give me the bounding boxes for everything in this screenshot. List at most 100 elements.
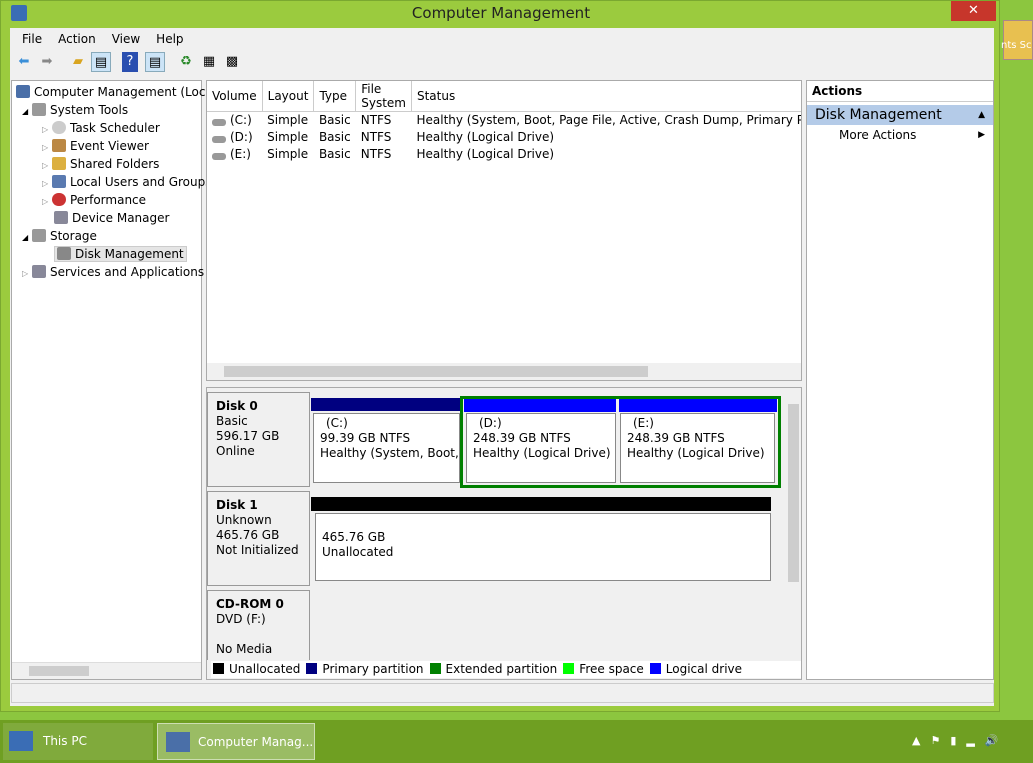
collapse-arrow-icon[interactable]: ◢ [22,107,28,116]
column-status[interactable]: Status [411,81,801,112]
tools-icon [31,103,46,116]
settings-icon[interactable]: ▩ [222,52,242,72]
taskbar-computer-management[interactable]: Computer Manag... [157,723,315,760]
up-folder-icon[interactable]: ▰ [68,52,88,72]
drive-icon [212,136,226,143]
services-icon [31,265,46,278]
tree-item-computer-management[interactable]: Computer Management (Local [12,83,216,101]
unallocated-space[interactable]: 465.76 GB Unallocated [315,513,771,581]
show-hide-tree-icon[interactable]: ▤ [91,52,111,72]
actions-section-disk-management[interactable]: Disk Management ▲ [807,105,993,125]
tree-horizontal-scrollbar[interactable] [12,662,201,679]
storage-icon [31,229,46,242]
computer-icon [16,85,30,98]
partition-c[interactable]: (C:) 99.39 GB NTFS Healthy (System, Boot, … [313,413,460,483]
performance-icon [51,193,66,206]
volume-list: Volume Layout Type File System Status (C… [206,80,802,381]
tree-item-system-tools[interactable]: ◢ System Tools [12,101,201,119]
column-file-system[interactable]: File System [355,81,412,112]
disk-view-vertical-scrollbar[interactable] [785,388,801,660]
event-viewer-icon [51,139,66,152]
menu-file[interactable]: File [14,29,50,49]
tree-item-device-manager[interactable]: Device Manager [12,209,201,227]
volume-list-horizontal-scrollbar[interactable] [207,363,801,380]
legend-logical: Logical drive [649,661,742,677]
scrollbar-thumb[interactable] [224,366,648,377]
computer-management-window: Computer Management ✕ File Action View Help… [0,0,1000,712]
expand-arrow-icon[interactable]: ▷ [42,143,48,152]
collapse-icon[interactable]: ▲ [978,110,985,120]
action-center-flag-icon[interactable]: ⚑ [930,734,950,747]
battery-power-icon[interactable]: ▮ [950,734,966,747]
disk-1-label[interactable]: Disk 1 Unknown 465.76 GB Not Initialized [207,491,310,586]
volume-row[interactable]: (E:) Simple Basic NTFS Healthy (Logical Driv… [207,146,801,163]
tree-item-task-scheduler[interactable]: ▷ Task Scheduler [12,119,201,137]
actions-pane: Actions Disk Management ▲ More Actions ▶ [806,80,994,680]
collapse-arrow-icon[interactable]: ◢ [22,233,28,242]
legend-extended: Extended partition [429,661,557,677]
logical-drive-bar-e [619,399,777,412]
close-button[interactable]: ✕ [951,1,996,21]
unallocated-bar [311,497,771,511]
volume-row[interactable]: (C:) Simple Basic NTFS Healthy (System, Boot… [207,112,801,129]
tree-item-performance[interactable]: ▷ Performance [12,191,201,209]
tree-item-shared-folders[interactable]: ▷ Shared Folders [12,155,201,173]
graphical-disk-view: Disk 0 Basic 596.17 GB Online (C:) 99.39 GB … [206,387,802,680]
drive-icon [212,119,226,127]
status-bar [11,683,994,703]
tree-item-storage[interactable]: ◢ Storage [12,227,201,245]
legend-unallocated: Unallocated [213,661,300,677]
taskbar-this-pc[interactable]: This PC [3,723,153,760]
expand-arrow-icon[interactable]: ▷ [42,161,48,170]
expand-arrow-icon[interactable]: ▷ [42,125,48,134]
computer-management-icon [166,732,190,752]
column-layout[interactable]: Layout [262,81,315,112]
expand-arrow-icon[interactable]: ▷ [22,269,28,278]
drive-icon [212,153,226,160]
actions-header: Actions [807,81,993,102]
show-hide-action-pane-icon[interactable]: ▤ [145,52,165,72]
cdrom-0-label[interactable]: CD-ROM 0 DVD (F:) No Media [207,590,310,660]
more-actions[interactable]: More Actions ▶ [807,125,993,145]
menu-view[interactable]: View [104,29,148,49]
partition-e[interactable]: (E:) 248.39 GB NTFS Healthy (Logical Drive… [620,413,775,483]
help-icon[interactable]: ? [122,52,138,72]
menu-action[interactable]: Action [50,29,104,49]
window-title: Computer Management [411,4,591,22]
refresh-icon[interactable]: ♻ [176,52,196,72]
back-icon[interactable]: ⬅ [14,52,34,72]
app-icon [11,5,27,21]
disk-0-label[interactable]: Disk 0 Basic 596.17 GB Online [207,392,310,487]
partition-d[interactable]: (D:) 248.39 GB NTFS Healthy (Logical Drive… [466,413,616,483]
logical-drive-bar-d [464,399,616,412]
legend: Unallocated Primary partition Extended par… [211,661,801,678]
scrollbar-thumb[interactable] [788,404,799,582]
legend-primary: Primary partition [306,661,424,677]
users-icon [51,175,66,188]
tree-item-event-viewer[interactable]: ▷ Event Viewer [12,137,201,155]
clock-icon [51,121,66,134]
properties-icon[interactable]: ▦ [199,52,219,72]
volume-row[interactable]: (D:) Simple Basic NTFS Healthy (Logical Driv… [207,129,801,146]
column-type[interactable]: Type [313,81,357,112]
legend-free-space: Free space [563,661,644,677]
client-area: File Action View Help ⬅ ➡ ▰ ▤ ? ▤ ♻ ▦ ▩ Com… [10,28,994,706]
expand-arrow-icon[interactable]: ▷ [42,179,48,188]
tree-item-disk-management[interactable]: Disk Management [12,245,201,263]
forward-icon[interactable]: ➡ [37,52,57,72]
system-tray: ▲⚑▮▂🔊 [912,734,1009,747]
disk-icon [57,247,71,260]
volume-icon[interactable]: 🔊 [985,734,1009,747]
tree-item-services-applications[interactable]: ▷ Services and Applications [12,263,204,281]
tree-item-local-users-groups[interactable]: ▷ Local Users and Groups [12,173,212,191]
network-signal-icon[interactable]: ▂ [966,734,984,747]
scrollbar-thumb[interactable] [29,666,89,676]
menu-help[interactable]: Help [148,29,191,49]
shared-folder-icon [51,157,66,170]
device-manager-icon [54,211,68,224]
expand-arrow-icon[interactable]: ▷ [42,197,48,206]
column-volume[interactable]: Volume [207,81,263,112]
volume-list-header: Volume Layout Type File System Status [207,81,801,112]
show-hidden-icons-icon[interactable]: ▲ [912,734,930,747]
navigation-tree: Computer Management (Local ◢ System Tool… [11,80,216,680]
